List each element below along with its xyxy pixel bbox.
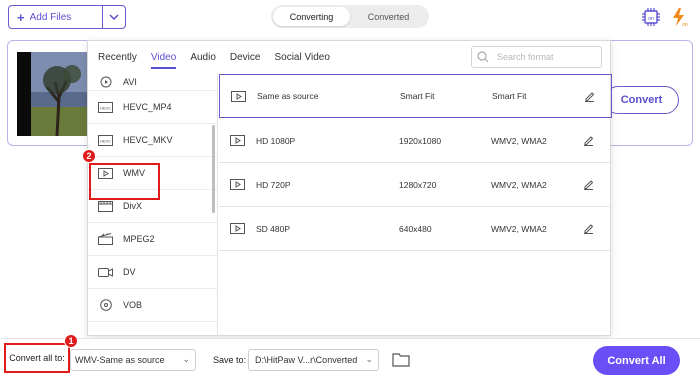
resolution-row-same-as-source[interactable]: Same as source Smart Fit Smart Fit [219, 74, 612, 118]
add-files-dropdown[interactable] [103, 6, 125, 28]
edit-icon[interactable] [583, 179, 595, 191]
add-files-button-group: + Add Files [8, 5, 126, 29]
disc-icon [98, 299, 113, 311]
search-placeholder: Search format [497, 52, 554, 62]
clapper-icon [98, 233, 113, 245]
format-label: MPEG2 [123, 234, 155, 244]
resolution-size: Smart Fit [400, 91, 435, 101]
edit-icon[interactable] [583, 135, 595, 147]
svg-text:on: on [648, 16, 654, 22]
format-item-avi[interactable]: AVI [88, 73, 217, 91]
format-label: HEVC_MKV [123, 135, 173, 145]
mode-switch: Converting Converted [271, 5, 429, 28]
convert-format-select[interactable]: WMV-Same as source ⌄ [70, 349, 196, 371]
convert-all-button[interactable]: Convert All [593, 346, 680, 375]
format-item-dv[interactable]: DV [88, 256, 217, 289]
lightning-boost-icon[interactable]: on [669, 6, 691, 28]
convert-all-to-label: Convert all to: [4, 343, 70, 373]
add-files-label: Add Files [29, 11, 72, 23]
format-search-input[interactable]: Search format [471, 46, 602, 68]
resolution-codec: WMV2, WMA2 [491, 135, 547, 146]
resolution-name: HD 1080P [256, 135, 296, 146]
chevron-down-icon: ⌄ [365, 354, 373, 364]
tab-social-video[interactable]: Social Video [274, 41, 329, 73]
film-icon [98, 200, 113, 212]
play-file-icon [98, 76, 113, 88]
save-path-select[interactable]: D:\HitPaw V...r\Converted ⌄ [248, 349, 379, 371]
edit-icon[interactable] [584, 90, 596, 102]
step-marker-2: 2 [82, 149, 96, 163]
tab-audio[interactable]: Audio [190, 41, 216, 73]
resolution-size: 640x480 [399, 223, 432, 234]
format-item-mpeg2[interactable]: MPEG2 [88, 223, 217, 256]
resolution-row-1080p[interactable]: HD 1080P 1920x1080 WMV2, WMA2 [219, 119, 612, 163]
hardware-acceleration-icon[interactable]: on [640, 6, 662, 28]
play-file-icon [230, 179, 245, 191]
camera-icon [98, 266, 113, 278]
hevc-icon: HEVC [98, 101, 113, 113]
tab-recently[interactable]: Recently [98, 41, 137, 73]
chevron-down-icon: ⌄ [182, 354, 190, 364]
svg-text:HEVC: HEVC [100, 105, 111, 110]
tab-video[interactable]: Video [150, 41, 177, 73]
convert-button[interactable]: Convert [604, 86, 679, 114]
play-file-icon [230, 135, 245, 147]
search-icon [477, 51, 489, 63]
video-thumbnail [17, 52, 89, 136]
step-marker-1: 1 [64, 334, 78, 348]
format-label: AVI [123, 76, 137, 87]
format-label: HEVC_MP4 [123, 102, 172, 112]
hevc-icon: HEVC [98, 134, 113, 146]
format-label: DV [123, 267, 136, 277]
play-file-icon [230, 223, 245, 235]
tab-converting[interactable]: Converting [273, 7, 350, 26]
save-path-value: D:\HitPaw V...r\Converted [255, 355, 358, 365]
format-list-scrollbar[interactable] [212, 125, 215, 213]
convert-format-value: WMV-Same as source [75, 355, 165, 365]
resolution-row-480p[interactable]: SD 480P 640x480 WMV2, WMA2 [219, 207, 612, 251]
play-file-icon [231, 90, 246, 102]
format-item-hevc-mp4[interactable]: HEVC HEVC_MP4 [88, 91, 217, 124]
format-popup: Recently Video Audio Device Social Video… [87, 40, 612, 336]
format-label: VOB [123, 300, 143, 310]
chevron-down-icon [109, 14, 119, 20]
resolution-name: HD 720P [256, 179, 291, 190]
format-label: DivX [123, 201, 143, 211]
tab-converted[interactable]: Converted [350, 7, 427, 26]
resolution-name: SD 480P [256, 223, 291, 234]
format-list: AVI HEVC HEVC_MP4 HEVC HEVC_MKV WMV DivX… [88, 73, 218, 336]
tab-device[interactable]: Device [230, 41, 261, 73]
resolution-row-720p[interactable]: HD 720P 1280x720 WMV2, WMA2 [219, 163, 612, 207]
svg-text:HEVC: HEVC [100, 138, 111, 143]
svg-text:on: on [682, 22, 688, 27]
save-to-label: Save to: [213, 355, 247, 365]
format-item-vob[interactable]: VOB [88, 289, 217, 322]
add-files-button[interactable]: + Add Files [9, 6, 104, 28]
resolution-size: 1280x720 [399, 179, 437, 190]
resolution-name: Same as source [257, 91, 319, 101]
resolution-codec: WMV2, WMA2 [491, 223, 547, 234]
edit-icon[interactable] [583, 223, 595, 235]
folder-icon[interactable] [391, 350, 411, 368]
resolution-size: 1920x1080 [399, 135, 442, 146]
resolution-codec: WMV2, WMA2 [491, 179, 547, 190]
wmv-highlight-box [89, 163, 160, 200]
plus-icon: + [17, 9, 25, 25]
resolution-codec: Smart Fit [492, 91, 527, 101]
format-item-hevc-mkv[interactable]: HEVC HEVC_MKV [88, 124, 217, 157]
